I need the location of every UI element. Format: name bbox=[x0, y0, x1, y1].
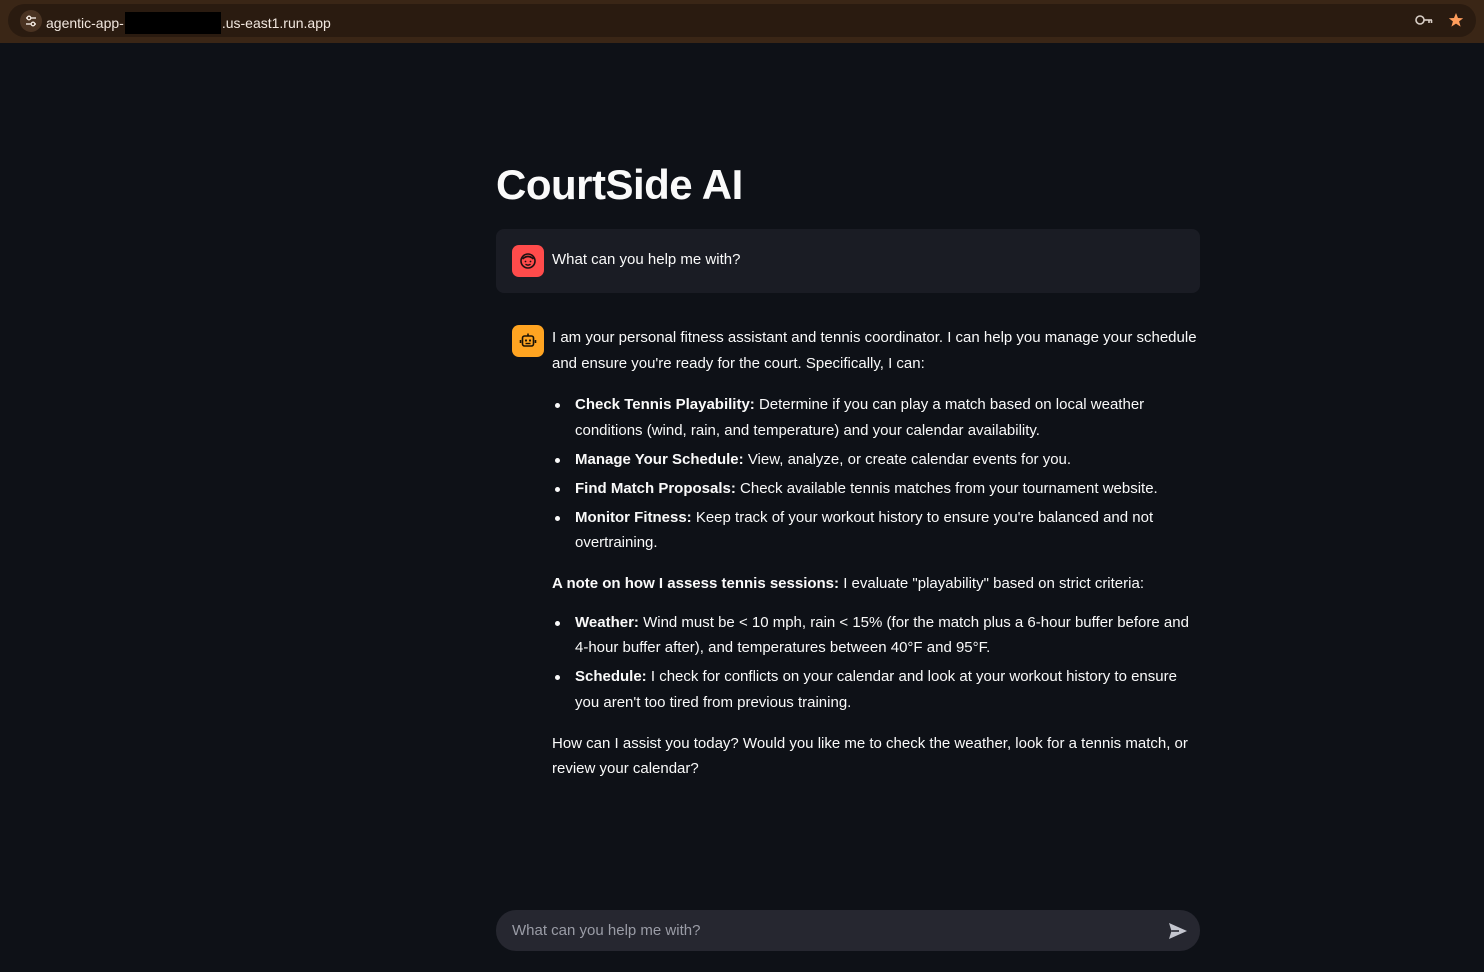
chat-input-container bbox=[496, 910, 1200, 951]
face-icon bbox=[520, 253, 536, 269]
list-item: Monitor Fitness: Keep track of your work… bbox=[552, 505, 1198, 556]
assistant-avatar bbox=[512, 325, 544, 357]
url-suffix: .us-east1.run.app bbox=[221, 15, 331, 31]
redacted-block bbox=[124, 12, 221, 34]
assistant-intro: I am your personal fitness assistant and… bbox=[552, 329, 1197, 372]
criteria-text: I check for conflicts on your calendar a… bbox=[575, 668, 1177, 711]
capability-text: View, analyze, or create calendar events… bbox=[743, 450, 1072, 468]
url-text[interactable]: agentic-app- .us-east1.run.app bbox=[46, 12, 331, 34]
assistant-message-body: I am your personal fitness assistant and… bbox=[552, 325, 1198, 782]
address-bar[interactable]: agentic-app- .us-east1.run.app bbox=[8, 4, 1476, 37]
user-avatar bbox=[512, 245, 544, 277]
list-item: Schedule: I check for conflicts on your … bbox=[552, 664, 1198, 715]
capability-text: Check available tennis matches from your… bbox=[735, 479, 1158, 497]
criteria-list: Weather: Wind must be < 10 mph, rain < 1… bbox=[552, 610, 1198, 716]
capability-title: Monitor Fitness: bbox=[575, 508, 692, 526]
bookmark-star-icon[interactable] bbox=[1448, 12, 1464, 33]
page-title: CourtSide AI bbox=[496, 161, 743, 208]
send-button[interactable] bbox=[1166, 919, 1190, 943]
criteria-title: Schedule: bbox=[575, 668, 647, 685]
robot-icon bbox=[519, 333, 537, 347]
assistant-closing: How can I assist you today? Would you li… bbox=[552, 734, 1188, 778]
capability-title: Find Match Proposals: bbox=[575, 479, 736, 497]
capabilities-list: Check Tennis Playability: Determine if y… bbox=[552, 392, 1198, 556]
criteria-title: Weather: bbox=[575, 613, 639, 631]
list-item: Find Match Proposals: Check available te… bbox=[552, 476, 1198, 502]
assessment-note: A note on how I assess tennis sessions: … bbox=[552, 571, 1198, 597]
list-item: Check Tennis Playability: Determine if y… bbox=[552, 392, 1198, 443]
chat-input[interactable] bbox=[512, 910, 1152, 951]
user-message-text: What can you help me with? bbox=[552, 251, 741, 268]
note-text: I evaluate "playability" based on strict… bbox=[839, 575, 1144, 592]
user-chat-message: What can you help me with? bbox=[496, 229, 1200, 293]
site-settings-icon[interactable] bbox=[20, 10, 42, 32]
url-prefix: agentic-app- bbox=[46, 15, 124, 31]
password-key-icon[interactable] bbox=[1414, 12, 1434, 33]
note-title: A note on how I assess tennis sessions: bbox=[552, 575, 840, 592]
capability-title: Check Tennis Playability: bbox=[575, 396, 755, 413]
criteria-text: Wind must be < 10 mph, rain < 15% (for t… bbox=[575, 613, 1189, 657]
list-item: Manage Your Schedule: View, analyze, or … bbox=[552, 447, 1198, 473]
capability-title: Manage Your Schedule: bbox=[575, 450, 744, 468]
list-item: Weather: Wind must be < 10 mph, rain < 1… bbox=[552, 610, 1198, 661]
send-icon bbox=[1169, 923, 1187, 939]
browser-toolbar: agentic-app- .us-east1.run.app bbox=[0, 0, 1484, 43]
